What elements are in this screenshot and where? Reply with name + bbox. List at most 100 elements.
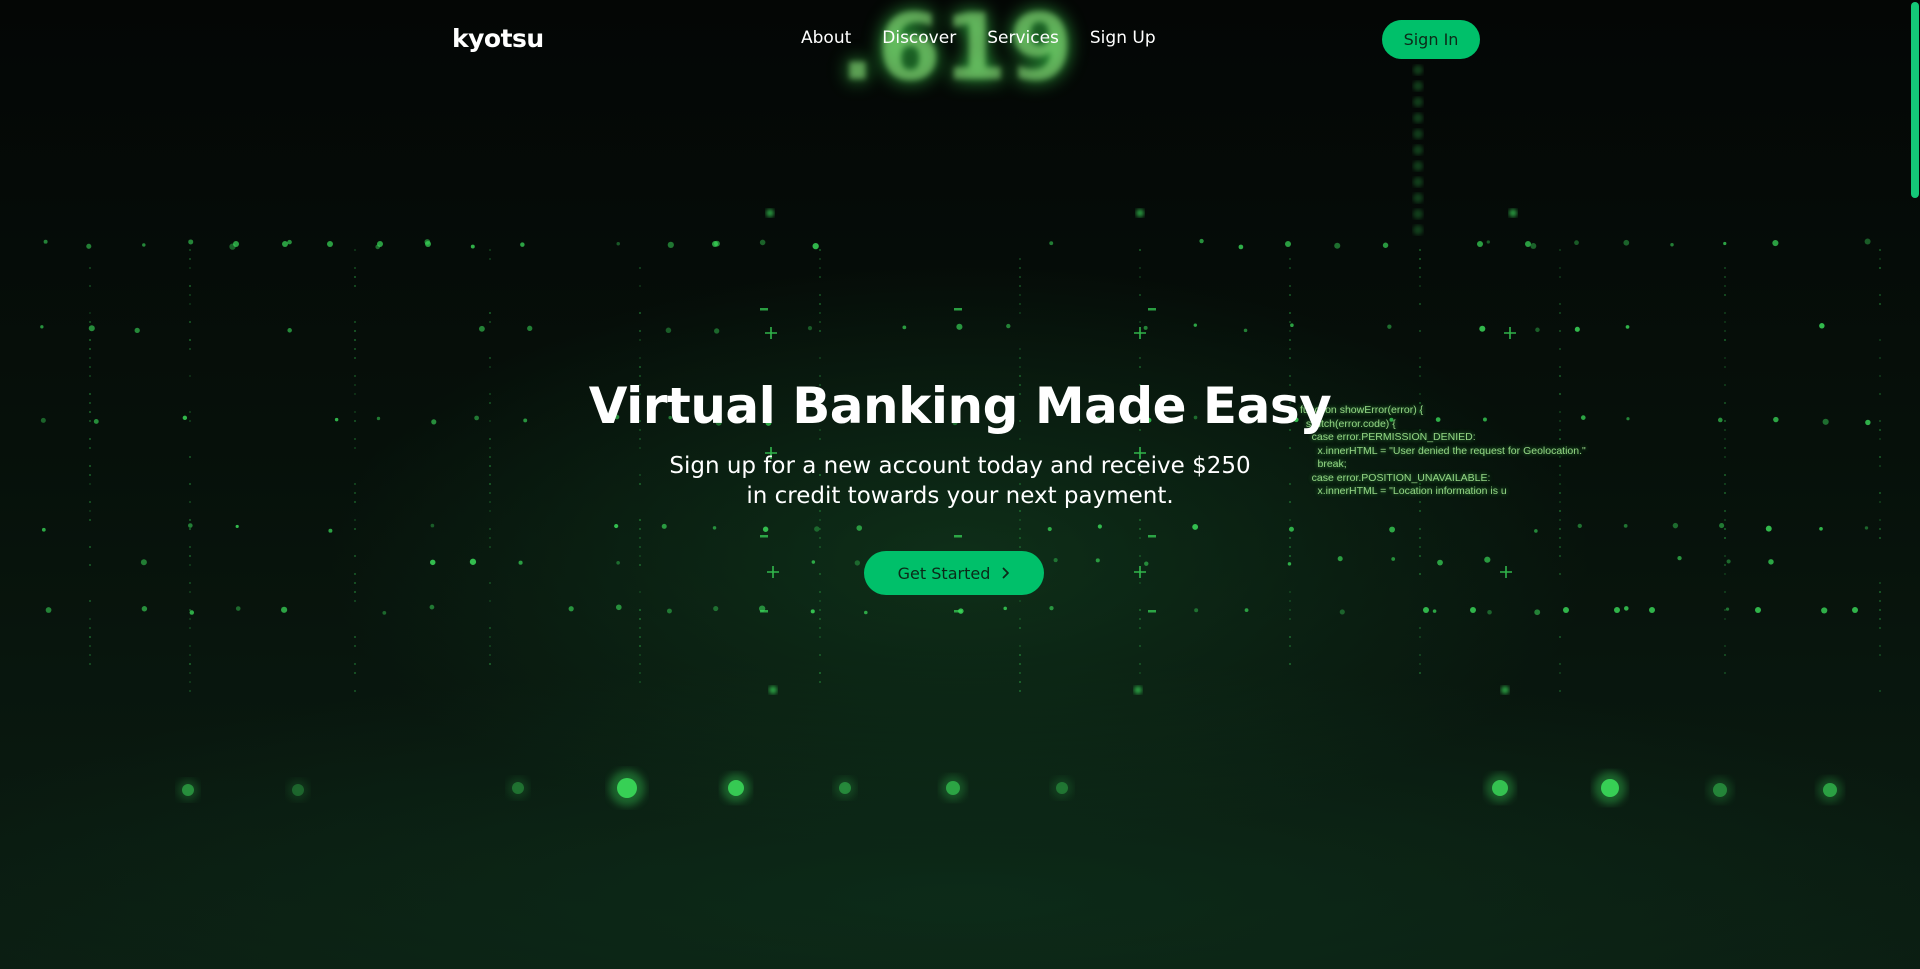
background-dot (1389, 526, 1396, 533)
background-dot (1563, 607, 1569, 613)
background-dot (89, 348, 91, 350)
background-dot (819, 618, 821, 620)
background-dot (819, 330, 821, 332)
background-plus (1134, 566, 1146, 578)
background-dot (819, 357, 821, 359)
top-navbar: kyotsu About Discover Services Sign Up S… (0, 0, 1920, 80)
background-dot (1755, 607, 1761, 613)
background-dot (280, 606, 288, 613)
background-dot (639, 627, 641, 629)
background-dot (639, 555, 641, 557)
background-dot (354, 267, 356, 269)
background-dot (1019, 357, 1021, 359)
background-dot (1289, 321, 1291, 323)
background-dot (1289, 663, 1291, 665)
page-scrollbar[interactable] (1908, 0, 1920, 969)
background-dot (958, 608, 964, 614)
background-dot (819, 537, 821, 539)
background-dot (819, 267, 821, 269)
nav-link-services[interactable]: Services (987, 28, 1059, 48)
background-dot (1879, 528, 1881, 530)
background-dot (489, 582, 491, 584)
brand-logo[interactable]: kyotsu (452, 24, 544, 53)
background-dot (1139, 519, 1141, 521)
background-dot (189, 591, 191, 593)
background-dot (1337, 556, 1343, 562)
background-dot (759, 239, 766, 246)
background-dot (1724, 330, 1726, 332)
background-dot (518, 560, 523, 565)
background-dot (1019, 267, 1021, 269)
background-dot (1432, 609, 1437, 613)
nav-link-discover[interactable]: Discover (882, 28, 956, 48)
background-dot (902, 325, 907, 330)
hero-title: Virtual Banking Made Easy (588, 377, 1332, 435)
background-dot (1139, 609, 1141, 611)
background-dot (1139, 357, 1141, 359)
background-dash (954, 535, 962, 538)
get-started-button[interactable]: Get Started (864, 551, 1044, 595)
background-dot (89, 645, 91, 647)
background-plus (767, 566, 779, 578)
background-dot (1339, 609, 1345, 615)
background-dot (712, 241, 718, 247)
background-dot (819, 528, 821, 530)
background-dot (89, 627, 91, 629)
background-dot (1677, 555, 1682, 561)
background-dot (568, 606, 574, 612)
background-dot (1419, 636, 1421, 638)
background-dot (713, 605, 719, 612)
background-dot (1817, 777, 1843, 803)
background-dot (520, 242, 525, 247)
background-dot (430, 559, 436, 566)
background-dot (489, 528, 491, 530)
background-dot (1019, 276, 1021, 278)
background-dot (1724, 321, 1726, 323)
background-dot (1559, 348, 1561, 350)
background-dot (1534, 609, 1541, 616)
background-dot (189, 564, 191, 566)
background-dot (41, 527, 46, 532)
background-dot (1289, 258, 1291, 260)
background-dot (639, 681, 641, 683)
background-dot (1601, 779, 1619, 797)
background-dot (1019, 681, 1021, 683)
background-dot (507, 777, 529, 799)
background-dot (1289, 267, 1291, 269)
background-dot (1334, 242, 1341, 249)
background-dot (429, 604, 435, 610)
background-dot (639, 546, 641, 548)
background-dot (1139, 276, 1141, 278)
background-dot (354, 330, 356, 332)
background-dot (489, 636, 491, 638)
nav-link-about[interactable]: About (801, 28, 851, 48)
background-dot (489, 258, 491, 260)
sign-in-button[interactable]: Sign In (1382, 20, 1480, 59)
background-dot (470, 244, 475, 249)
scrollbar-thumb[interactable] (1911, 2, 1919, 198)
background-dot (1289, 348, 1291, 350)
background-dot (1287, 562, 1292, 566)
background-dot (142, 243, 146, 247)
background-dot (639, 663, 641, 665)
background-dot (1289, 555, 1291, 557)
background-dot (527, 325, 533, 331)
hero-section: Virtual Banking Made Easy Sign up for a … (0, 370, 1920, 511)
background-dot (1134, 686, 1142, 694)
background-dot (233, 241, 239, 247)
background-dot (1864, 526, 1869, 530)
background-dot (327, 241, 333, 247)
background-dot (758, 605, 766, 612)
background-dot (1244, 608, 1249, 613)
nav-link-sign-up[interactable]: Sign Up (1090, 28, 1156, 48)
hero-subtitle-line-1: Sign up for a new account today and rece… (669, 453, 1251, 479)
background-dot (1049, 241, 1054, 246)
background-dot (1199, 238, 1204, 244)
background-dot (1019, 627, 1021, 629)
background-dot (1419, 285, 1421, 287)
background-dot (1879, 294, 1881, 296)
background-dot (424, 239, 431, 245)
background-dot (235, 524, 239, 529)
background-dot (639, 636, 641, 638)
background-dot (1289, 609, 1291, 611)
